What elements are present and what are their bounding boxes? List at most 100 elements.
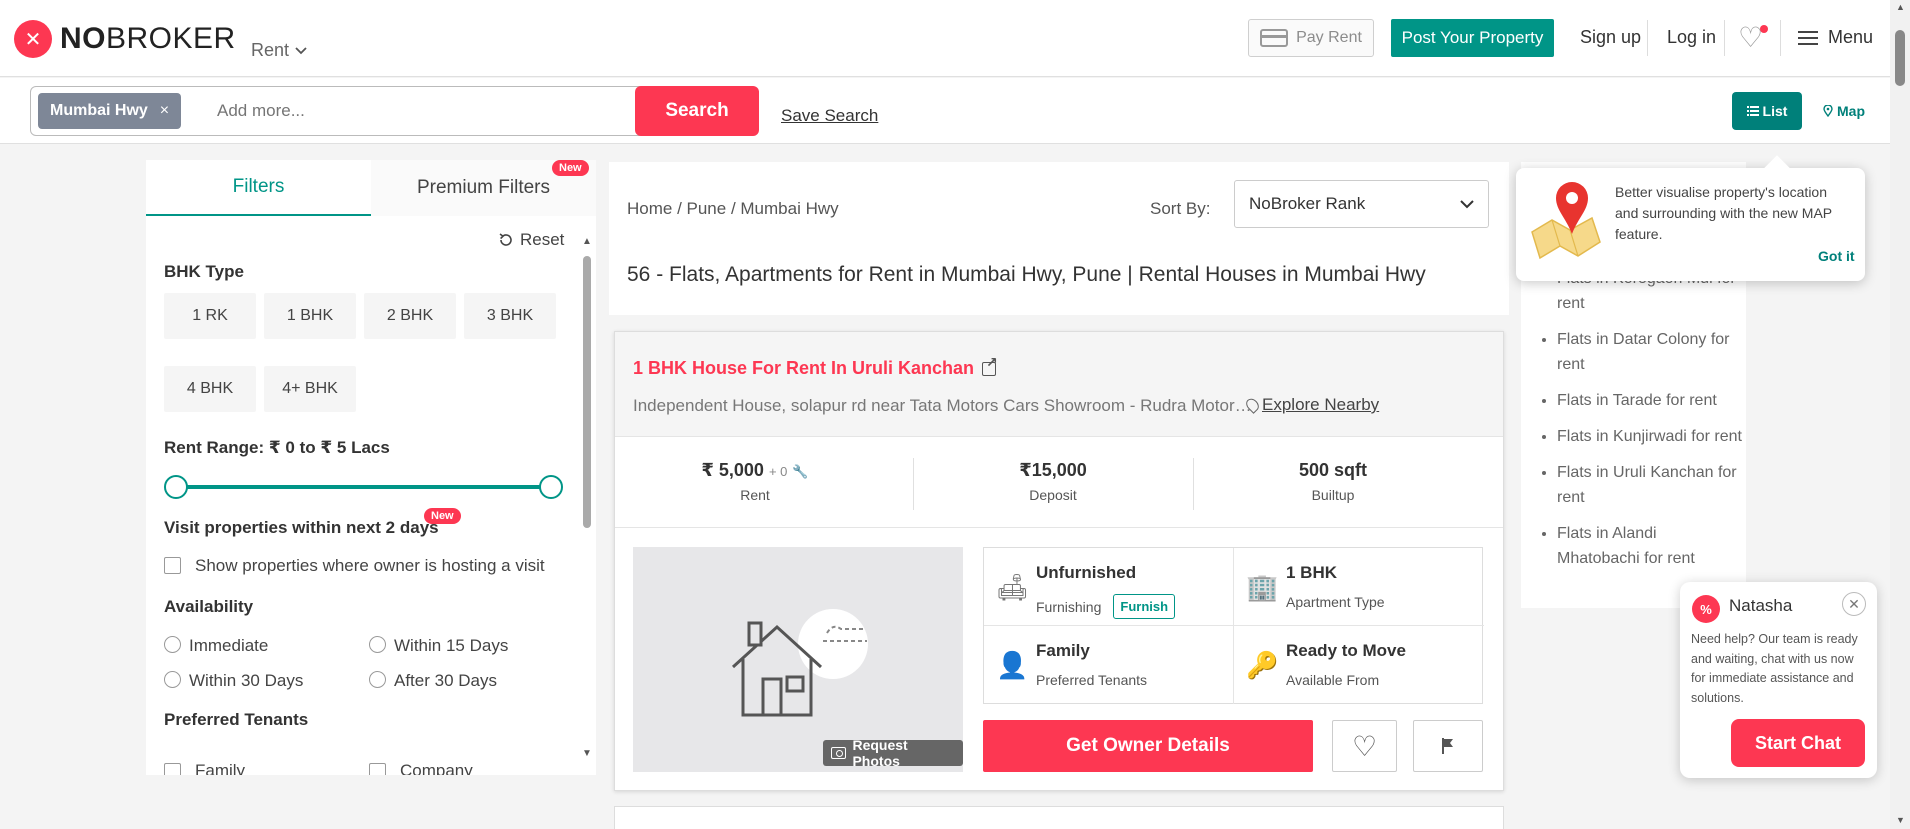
shortlist-button[interactable]: ♡	[1332, 720, 1397, 772]
list-view-label: List	[1762, 103, 1788, 119]
menu-label: Menu	[1828, 27, 1874, 47]
rent-dropdown[interactable]: Rent	[251, 40, 307, 61]
breadcrumb[interactable]: Home / Pune / Mumbai Hwy	[627, 199, 839, 219]
deposit-value: ₹15,000	[1019, 460, 1087, 480]
nobroker-logo[interactable]: ✕ NOBROKER	[14, 20, 236, 58]
map-illustration-icon	[1531, 182, 1601, 260]
sort-select[interactable]: NoBroker Rank	[1234, 180, 1489, 228]
pay-rent-button[interactable]: Pay Rent	[1248, 19, 1374, 57]
related-link[interactable]: Flats in Alandi Mhatobachi for rent	[1557, 521, 1742, 571]
reset-filters-button[interactable]: Reset	[498, 230, 564, 250]
bhk-option[interactable]: 2 BHK	[364, 293, 456, 339]
bhk-option[interactable]: 3 BHK	[464, 293, 556, 339]
deposit-stat: ₹15,000 Deposit	[913, 438, 1193, 528]
availability-option-label: Immediate	[189, 636, 269, 655]
related-link[interactable]: Flats in Tarade for rent	[1557, 388, 1742, 413]
locality-search-box[interactable]: Mumbai Hwy ×	[30, 86, 650, 136]
availability-label: Availability	[164, 597, 254, 616]
availability-attr: 🔑 Ready to Move Available From	[1234, 626, 1484, 704]
search-bar-row: Mumbai Hwy × Search Save Search List Map	[0, 78, 1890, 144]
close-icon[interactable]: ✕	[1842, 592, 1866, 616]
rent-max-handle[interactable]	[539, 475, 563, 499]
scroll-up-arrow-icon[interactable]: ▲	[582, 236, 592, 247]
list-view-button[interactable]: List	[1732, 92, 1802, 130]
tab-filters[interactable]: Filters	[146, 160, 371, 216]
availability-radio[interactable]	[164, 636, 181, 653]
chat-widget: % Natasha ✕ Need help? Our team is ready…	[1680, 582, 1877, 778]
scroll-up-arrow-icon[interactable]: ▲	[1896, 2, 1905, 12]
bhk-option[interactable]: 4+ BHK	[264, 366, 356, 412]
apartment-type-value: 1 BHK	[1286, 563, 1338, 582]
sort-select-value: NoBroker Rank	[1249, 194, 1366, 213]
login-link[interactable]: Log in	[1667, 27, 1716, 48]
agent-avatar: %	[1692, 595, 1720, 623]
map-view-button[interactable]: Map	[1814, 92, 1874, 130]
request-photos-button[interactable]: Request Photos	[823, 737, 963, 769]
tenant-checkbox[interactable]	[369, 763, 386, 775]
related-link[interactable]: Flats in Kunjirwadi for rent	[1557, 424, 1742, 449]
availability-radio[interactable]	[164, 671, 181, 688]
house-icon	[731, 621, 867, 717]
availability-radio[interactable]	[369, 671, 386, 688]
explore-nearby-link[interactable]: Explore Nearby	[1243, 395, 1380, 415]
builtup-label: Builtup	[1311, 487, 1355, 503]
filters-scrollbar[interactable]: ▲ ▼	[582, 236, 592, 775]
availability-radio[interactable]	[369, 636, 386, 653]
property-title-link[interactable]: 1 BHK House For Rent In Uruli Kanchan	[633, 354, 998, 379]
apartment-type-attr: 🏢 1 BHK Apartment Type	[1234, 548, 1484, 626]
bhk-option[interactable]: 1 BHK	[264, 293, 356, 339]
got-it-button[interactable]: Got it	[1818, 248, 1855, 264]
credit-card-icon	[1260, 29, 1289, 47]
availability-option-label: Within 15 Days	[394, 636, 509, 655]
location-pin-icon	[1243, 396, 1262, 414]
related-link[interactable]: Flats in Datar Colony for rent	[1557, 327, 1742, 377]
property-photo-placeholder[interactable]: Request Photos	[633, 547, 963, 772]
list-icon	[1746, 106, 1759, 116]
property-address: Independent House, solapur rd near Tata …	[633, 396, 1253, 415]
builtup-stat: 500 sqft Builtup	[1193, 438, 1473, 528]
owner-visit-checkbox[interactable]	[164, 557, 181, 574]
reset-icon	[499, 233, 512, 246]
visit-label: Visit properties within next 2 days	[164, 518, 439, 537]
top-header: ✕ NOBROKER Rent Pay Rent Post Your Prope…	[0, 0, 1890, 77]
report-button[interactable]	[1413, 720, 1483, 772]
explore-nearby-label: Explore Nearby	[1262, 395, 1380, 414]
furnishing-value: Unfurnished	[1036, 563, 1137, 582]
notification-dot	[1760, 25, 1768, 33]
map-pin-icon	[1823, 105, 1833, 117]
search-button[interactable]: Search	[635, 86, 759, 136]
related-link[interactable]: Flats in Uruli Kanchan for rent	[1557, 460, 1742, 510]
page-scrollbar[interactable]: ▲ ▼	[1890, 0, 1910, 829]
tenant-checkbox[interactable]	[164, 763, 181, 775]
signup-link[interactable]: Sign up	[1580, 27, 1641, 48]
save-search-link[interactable]: Save Search	[781, 106, 878, 126]
start-chat-button[interactable]: Start Chat	[1731, 719, 1865, 767]
map-tooltip-text: Better visualise property's location and…	[1615, 184, 1832, 242]
chevron-down-icon	[1460, 199, 1474, 208]
next-property-card	[614, 806, 1504, 829]
divider	[1780, 20, 1781, 56]
rent-range-track[interactable]	[178, 485, 552, 489]
scroll-down-arrow-icon[interactable]: ▼	[582, 748, 592, 759]
search-input[interactable]	[217, 101, 517, 121]
scroll-down-arrow-icon[interactable]: ▼	[1896, 815, 1905, 825]
maintenance-icon: 🔧	[792, 464, 809, 479]
locality-chip[interactable]: Mumbai Hwy ×	[38, 93, 182, 129]
results-header: Home / Pune / Mumbai Hwy Sort By: NoBrok…	[609, 162, 1509, 315]
key-icon: 🔑	[1246, 650, 1279, 680]
pay-rent-label: Pay Rent	[1296, 29, 1362, 46]
remove-chip-icon[interactable]: ×	[160, 102, 169, 120]
reset-label: Reset	[520, 230, 565, 249]
get-owner-details-button[interactable]: Get Owner Details	[983, 720, 1313, 772]
rent-min-handle[interactable]	[164, 475, 188, 499]
bhk-option[interactable]: 1 RK	[164, 293, 256, 339]
scrollbar-thumb[interactable]	[1895, 30, 1905, 86]
property-title: 1 BHK House For Rent In Uruli Kanchan	[633, 358, 975, 378]
post-property-button[interactable]: Post Your Property	[1391, 19, 1554, 57]
menu-button[interactable]: Menu	[1798, 27, 1873, 48]
furnish-tag[interactable]: Furnish	[1113, 594, 1176, 619]
divider	[1647, 20, 1648, 56]
scrollbar-thumb[interactable]	[583, 256, 591, 528]
bhk-option[interactable]: 4 BHK	[164, 366, 256, 412]
logo-text: NOBROKER	[60, 22, 236, 55]
